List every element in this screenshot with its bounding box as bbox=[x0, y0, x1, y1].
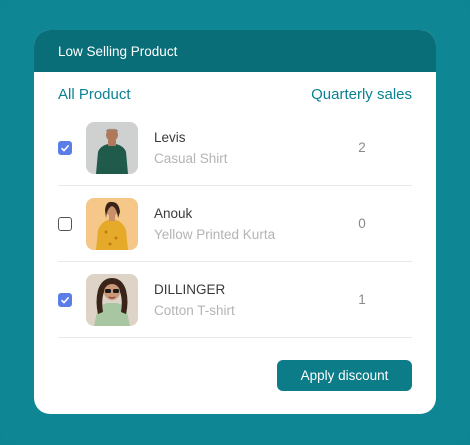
product-row: Levis Casual Shirt 2 bbox=[58, 110, 412, 186]
product-row: Anouk Yellow Printed Kurta 0 bbox=[58, 186, 412, 262]
column-header-product[interactable]: All Product bbox=[58, 86, 131, 103]
product-thumbnail bbox=[86, 197, 138, 250]
row-checkbox[interactable] bbox=[58, 292, 72, 307]
card-title: Low Selling Product bbox=[58, 43, 178, 59]
quarterly-sales-value: 0 bbox=[358, 216, 366, 231]
column-header-sales[interactable]: Quarterly sales bbox=[311, 86, 412, 103]
product-thumbnail bbox=[86, 121, 138, 174]
card-header: Low Selling Product bbox=[34, 30, 436, 72]
product-name: Yellow Printed Kurta bbox=[154, 226, 276, 242]
product-name: Casual Shirt bbox=[154, 150, 228, 166]
row-checkbox[interactable] bbox=[58, 140, 72, 155]
column-headers: All Product Quarterly sales bbox=[58, 86, 412, 103]
apply-discount-button[interactable]: Apply discount bbox=[277, 360, 412, 391]
low-selling-product-card: Low Selling Product All Product Quarterl… bbox=[34, 30, 436, 414]
check-icon bbox=[60, 144, 70, 152]
product-brand: Anouk bbox=[154, 205, 193, 221]
quarterly-sales-value: 1 bbox=[358, 292, 366, 307]
quarterly-sales-value: 2 bbox=[358, 140, 366, 155]
row-checkbox[interactable] bbox=[58, 216, 72, 231]
check-icon bbox=[60, 296, 70, 304]
product-row: DILLINGER Cotton T-shirt 1 bbox=[58, 262, 412, 338]
product-thumbnail bbox=[86, 273, 138, 326]
product-brand: DILLINGER bbox=[154, 281, 226, 297]
product-name: Cotton T-shirt bbox=[154, 302, 235, 318]
product-brand: Levis bbox=[154, 129, 186, 145]
page-background: Low Selling Product All Product Quarterl… bbox=[0, 0, 470, 445]
